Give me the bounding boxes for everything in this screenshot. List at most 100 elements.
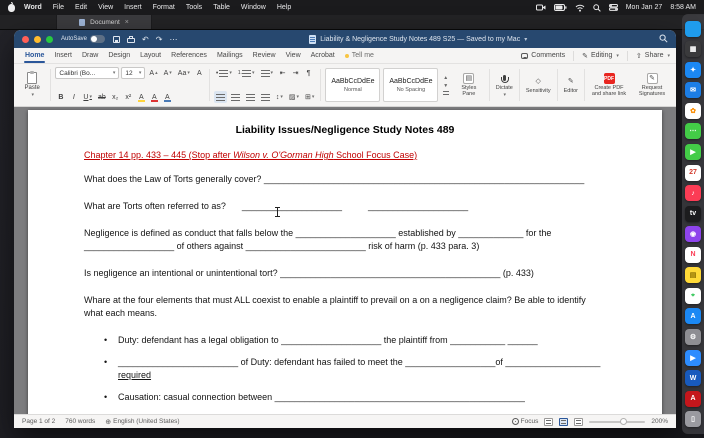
font-color-button[interactable]: A <box>149 91 160 103</box>
video-camera-icon[interactable] <box>535 4 546 11</box>
change-case-button[interactable]: Aa ▾ <box>176 67 192 79</box>
menu-item-table[interactable]: Table <box>213 4 230 11</box>
ribbon-tab-acrobat[interactable]: Acrobat <box>306 48 340 63</box>
font-name-select[interactable]: Calibri (Bo... ▾ <box>55 67 120 79</box>
editing-mode-button[interactable]: ✎ Editing ▾ <box>582 52 619 60</box>
control-center-icon[interactable] <box>608 4 618 11</box>
battery-icon[interactable] <box>553 4 567 11</box>
ribbon-tab-home[interactable]: Home <box>20 48 49 63</box>
zoom-window-button[interactable] <box>46 35 53 43</box>
ribbon-tab-design[interactable]: Design <box>103 48 135 63</box>
dock-icon-acrobat[interactable]: A <box>685 390 701 407</box>
minimize-window-button[interactable] <box>34 35 41 43</box>
zoom-slider-knob[interactable] <box>620 417 628 425</box>
request-signatures-button[interactable]: ✎ Request Signatures <box>632 66 672 104</box>
autosave-control[interactable]: AutoSave <box>61 35 106 43</box>
bold-button[interactable]: B <box>55 91 66 103</box>
ribbon-tab-draw[interactable]: Draw <box>77 48 103 63</box>
dock-icon-tv[interactable]: tv <box>685 205 701 222</box>
gallery-down-icon[interactable]: ▼ <box>443 83 448 89</box>
menu-item-window[interactable]: Window <box>241 4 266 11</box>
shading-button[interactable]: ▨ ▾ <box>287 91 301 103</box>
gallery-up-icon[interactable]: ▲ <box>443 75 448 81</box>
autosave-toggle[interactable] <box>90 35 106 43</box>
style-normal[interactable]: AaBbCcDdEe Normal <box>325 68 381 102</box>
search-icon[interactable] <box>593 3 601 12</box>
menu-item-format[interactable]: Format <box>153 4 175 11</box>
dock-icon-podcasts[interactable]: ◉ <box>685 226 701 243</box>
apple-menu-icon[interactable] <box>8 1 15 12</box>
subscript-button[interactable]: x₂ <box>110 91 121 103</box>
line-spacing-button[interactable]: ↕ ▾ <box>274 91 285 103</box>
read-mode-button[interactable] <box>544 417 554 426</box>
shrink-font-button[interactable]: A ▾ <box>162 67 174 79</box>
undo-icon[interactable]: ↶ <box>142 35 149 44</box>
dictate-button[interactable]: Dictate ▾ <box>494 66 515 104</box>
superscript-button[interactable]: x² <box>123 91 134 103</box>
dock-icon-notes[interactable]: ▤ <box>685 267 701 284</box>
ribbon-tab-layout[interactable]: Layout <box>135 48 166 63</box>
align-left-button[interactable] <box>213 91 227 103</box>
ribbon-tab-view[interactable]: View <box>281 48 306 63</box>
menu-item-tools[interactable]: Tools <box>186 4 202 11</box>
borders-button[interactable]: ⊞ ▾ <box>303 91 316 103</box>
dock-icon-trash[interactable]: ▯ <box>685 411 701 428</box>
italic-button[interactable]: I <box>68 91 79 103</box>
gallery-more-icon[interactable] <box>442 90 449 96</box>
align-center-button[interactable] <box>229 91 242 103</box>
sensitivity-button[interactable]: ◇ Sensitivity <box>524 66 553 104</box>
menu-item-word[interactable]: Word <box>24 4 42 11</box>
grow-font-button[interactable]: A ▴ <box>147 67 159 79</box>
dock-icon-mail[interactable]: ✉ <box>685 82 701 99</box>
dock-icon-photos[interactable]: ✿ <box>685 102 701 119</box>
ribbon-tab-references[interactable]: References <box>166 48 212 63</box>
share-button[interactable]: ⇧ Share ▾ <box>636 52 670 60</box>
ribbon-tab-insert[interactable]: Insert <box>49 48 77 63</box>
titlebar-search-icon[interactable] <box>659 30 668 48</box>
style-no-spacing[interactable]: AaBbCcDdEe No Spacing <box>383 68 439 102</box>
dock-icon-settings[interactable]: ⚙ <box>685 329 701 345</box>
dock-icon-news[interactable]: N <box>685 246 701 263</box>
comments-button[interactable]: Comments <box>521 52 565 59</box>
close-window-button[interactable] <box>22 35 29 43</box>
multilevel-list-button[interactable]: ▾ <box>259 67 276 79</box>
save-icon[interactable] <box>113 35 121 43</box>
dock-icon-maps[interactable]: ⌖ <box>685 287 701 304</box>
styles-gallery-scroll[interactable]: ▲ ▼ <box>441 66 450 104</box>
dock-icon-calendar[interactable]: 27 <box>685 164 701 181</box>
word-count[interactable]: 760 words <box>65 418 95 425</box>
wifi-icon[interactable] <box>575 4 585 12</box>
menu-item-file[interactable]: File <box>53 4 64 11</box>
ribbon-tab-review[interactable]: Review <box>248 48 281 63</box>
zoom-slider[interactable] <box>589 417 646 425</box>
menubar-date[interactable]: Mon Jan 27 <box>626 4 663 11</box>
dock-icon-zoom[interactable]: ▶ <box>685 349 701 366</box>
document-title-area[interactable]: Liability & Negligence Study Notes 489 S… <box>177 34 659 44</box>
editor-button[interactable]: ✎ Editor <box>562 66 580 104</box>
language-selector[interactable]: ⊕ English (United States) <box>105 418 179 426</box>
print-icon[interactable] <box>127 35 136 43</box>
justify-button[interactable] <box>259 91 272 103</box>
highlight-color-button[interactable]: A <box>136 91 147 103</box>
ribbon-tab-mailings[interactable]: Mailings <box>212 48 248 63</box>
page-indicator[interactable]: Page 1 of 2 <box>22 418 55 425</box>
title-chevron-icon[interactable]: ▾ <box>524 36 527 43</box>
focus-mode-button[interactable]: Focus <box>511 418 538 425</box>
more-commands-icon[interactable]: ⋯ <box>169 35 177 44</box>
paste-button[interactable]: Paste ▾ <box>18 66 46 104</box>
print-layout-button[interactable] <box>559 417 569 426</box>
styles-pane-button[interactable]: ▤ Styles Pane <box>453 66 485 104</box>
document-page[interactable]: Liability Issues/Negligence Study Notes … <box>28 110 662 414</box>
dock-icon-safari[interactable]: ✦ <box>685 61 701 78</box>
web-layout-button[interactable] <box>574 417 584 426</box>
bullet-list-button[interactable]: • ▾ <box>214 67 234 79</box>
dock-icon-appstore[interactable]: A <box>685 308 701 325</box>
create-pdf-button[interactable]: PDF Create PDF and share link <box>589 66 629 104</box>
menu-item-edit[interactable]: Edit <box>75 4 87 11</box>
dock-icon-messages[interactable]: ⋯ <box>685 123 701 140</box>
menu-item-insert[interactable]: Insert <box>124 4 142 11</box>
redo-icon[interactable]: ↷ <box>156 35 163 44</box>
underline-button[interactable]: U ▾ <box>81 91 94 103</box>
show-paragraph-marks-button[interactable]: ¶ <box>303 67 314 79</box>
menu-item-help[interactable]: Help <box>277 4 291 11</box>
